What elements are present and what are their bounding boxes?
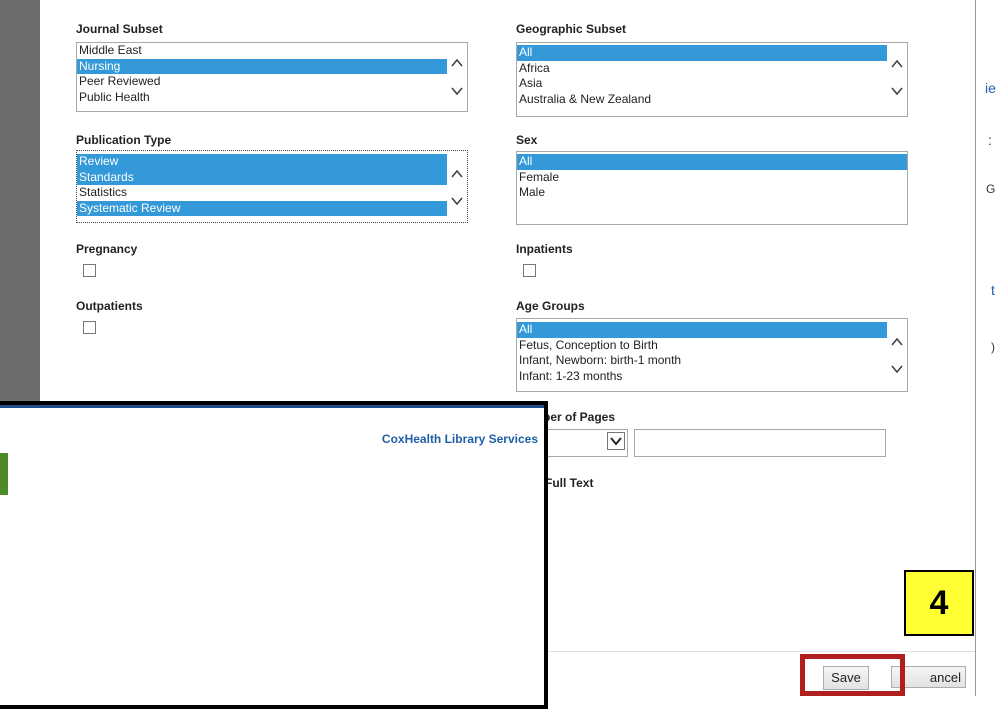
listbox-scrollbar[interactable] xyxy=(447,43,467,111)
chevron-down-icon[interactable] xyxy=(451,85,463,97)
listbox-option[interactable]: Fetus, Conception to Birth xyxy=(517,338,889,354)
listbox-option[interactable]: Infant: 1-23 months xyxy=(517,369,889,385)
listbox-option[interactable]: Infant, Newborn: birth-1 month xyxy=(517,353,889,369)
inpatients-label: Inpatients xyxy=(516,242,573,256)
listbox-option[interactable]: Systematic Review xyxy=(77,200,449,216)
listbox-option[interactable]: Statistics xyxy=(77,185,449,201)
publication-type-label: Publication Type xyxy=(76,133,172,147)
inpatients-checkbox[interactable] xyxy=(523,264,536,277)
publication-type-listbox[interactable]: Review Standards Statistics Systematic Revi… xyxy=(76,150,468,223)
coxhealth-library-link[interactable]: CoxHealth Library Services xyxy=(382,432,538,446)
left-sidebar-shadow xyxy=(0,0,40,405)
listbox-option[interactable]: Standards xyxy=(77,169,449,185)
listbox-option[interactable]: Africa xyxy=(517,61,889,77)
step-callout-badge: 4 xyxy=(904,570,974,636)
listbox-option[interactable]: Male xyxy=(517,185,907,201)
listbox-option[interactable]: All xyxy=(517,322,889,338)
listbox-option[interactable]: Asia xyxy=(517,76,889,92)
overlay-header-bar xyxy=(0,405,544,408)
overlay-inset-panel: CoxHealth Library Services xyxy=(0,401,548,709)
age-groups-listbox[interactable]: All Fetus, Conception to Birth Infant, New… xyxy=(516,318,908,392)
chevron-down-icon[interactable] xyxy=(451,195,463,207)
chevron-down-icon[interactable] xyxy=(891,363,903,375)
outpatients-label: Outpatients xyxy=(76,299,143,313)
peek-text: : xyxy=(988,132,992,148)
sex-label: Sex xyxy=(516,133,538,147)
listbox-scrollbar[interactable] xyxy=(887,43,907,116)
save-button-highlight xyxy=(800,654,905,696)
pregnancy-checkbox[interactable] xyxy=(83,264,96,277)
listbox-option[interactable]: Female xyxy=(517,170,907,186)
full-text-label: Full Text xyxy=(545,476,594,490)
chevron-up-icon[interactable] xyxy=(451,57,463,69)
listbox-option[interactable]: Peer Reviewed xyxy=(77,74,449,90)
listbox-scrollbar[interactable] xyxy=(447,151,467,222)
listbox-option[interactable]: All xyxy=(517,45,889,61)
peek-text: ie xyxy=(985,80,996,96)
peek-text: t xyxy=(991,282,995,298)
listbox-option[interactable]: All xyxy=(517,154,907,170)
listbox-scrollbar[interactable] xyxy=(887,319,907,391)
geographic-subset-label: Geographic Subset xyxy=(516,22,627,36)
pregnancy-label: Pregnancy xyxy=(76,242,138,256)
listbox-option[interactable]: Review xyxy=(77,154,449,170)
outpatients-checkbox[interactable] xyxy=(83,321,96,334)
chevron-up-icon[interactable] xyxy=(451,168,463,180)
sex-listbox[interactable]: All Female Male xyxy=(516,151,908,225)
pages-number-input[interactable] xyxy=(634,429,886,457)
number-of-pages-label: ber of Pages xyxy=(543,410,616,424)
age-groups-label: Age Groups xyxy=(516,299,585,313)
peek-text: ) xyxy=(991,340,995,354)
chevron-down-icon[interactable] xyxy=(891,85,903,97)
chevron-up-icon[interactable] xyxy=(891,58,903,70)
dropdown-button[interactable] xyxy=(607,432,625,450)
chevron-down-icon xyxy=(610,437,622,446)
journal-subset-label: Journal Subset xyxy=(76,22,163,36)
journal-subset-listbox[interactable]: Middle East Nursing Peer Reviewed Public He… xyxy=(76,42,468,112)
listbox-option[interactable]: Public Health xyxy=(77,90,449,106)
listbox-option[interactable]: Nursing xyxy=(77,58,449,74)
green-tab[interactable] xyxy=(0,453,8,495)
chevron-up-icon[interactable] xyxy=(891,336,903,348)
geographic-subset-listbox[interactable]: All Africa Asia Australia & New Zealand xyxy=(516,42,908,117)
listbox-option[interactable]: Middle East xyxy=(77,43,449,59)
listbox-option[interactable]: Australia & New Zealand xyxy=(517,92,889,108)
peek-text: G xyxy=(986,182,996,196)
